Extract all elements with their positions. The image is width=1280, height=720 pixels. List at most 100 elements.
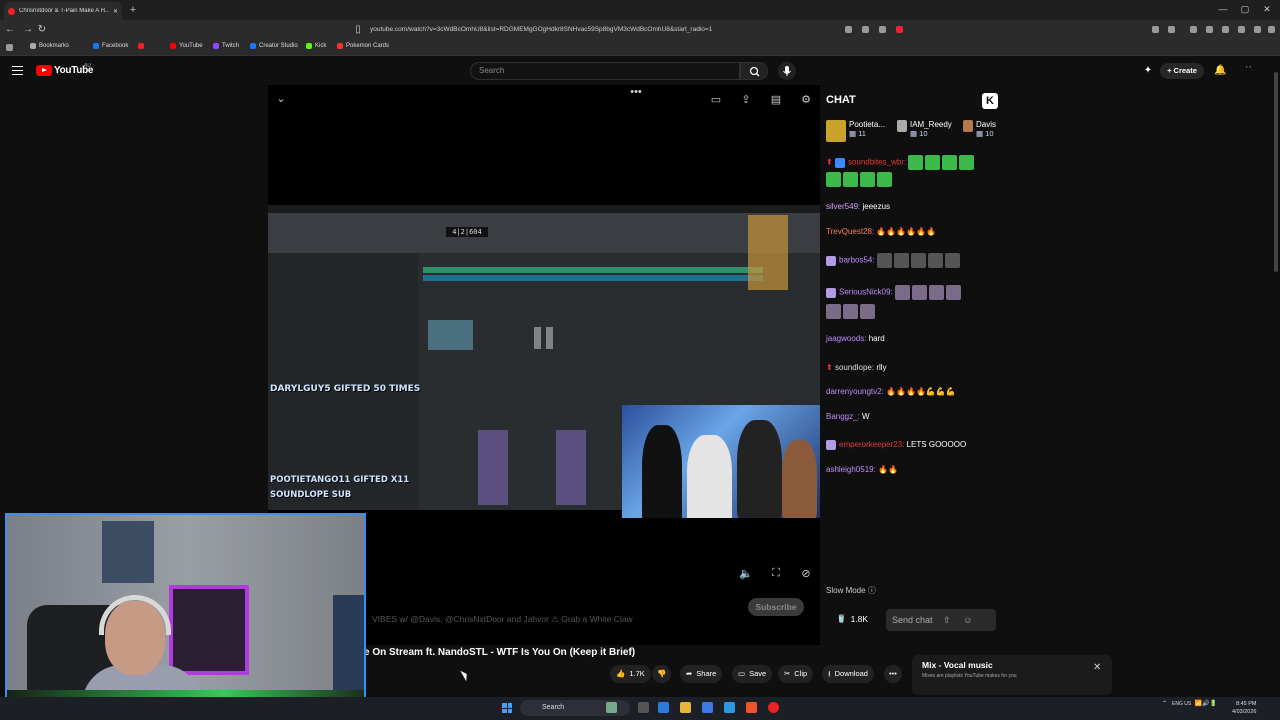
windows-start-icon[interactable] [502, 703, 512, 713]
subscriber-badge-icon [826, 287, 836, 298]
emote-icon [843, 172, 858, 187]
scissors-icon: ✂ [784, 669, 791, 678]
hamburger-menu-icon[interactable] [12, 66, 23, 75]
download-icon[interactable] [1254, 26, 1261, 33]
tab-close-icon[interactable]: ✕ [113, 8, 118, 15]
gift-icon [826, 120, 846, 142]
thumbs-up-icon: 👍 [616, 669, 626, 678]
mix-playlist-card[interactable]: Mix - Vocal music Mixes are playlists Yo… [912, 655, 1112, 695]
brave-rewards-icon[interactable] [896, 26, 903, 33]
browser-tab[interactable]: Chrisnxtdoor & T-Pain Make A H... ✕ [4, 2, 122, 20]
pause-icon[interactable] [534, 327, 554, 349]
download-button[interactable]: ⭳ Download [822, 665, 874, 683]
chat-input[interactable]: Send chat ⇧ ☺ [886, 609, 996, 631]
emote-icon [925, 155, 941, 170]
widget-icon[interactable] [606, 702, 617, 713]
like-button[interactable]: 👍 1.7K [610, 665, 651, 683]
address-bar[interactable]: youtube.com/watch?v=3cWdBcOmhU8&list=RDG… [370, 23, 810, 37]
guest-camera-feed [622, 405, 820, 518]
create-button[interactable]: + Create [1160, 63, 1204, 79]
youtube-favicon-icon [8, 7, 15, 15]
bookmark-youtube[interactable]: YouTube [170, 43, 203, 49]
search-input[interactable]: Search [470, 62, 740, 80]
gift-small-icon: ▦ [849, 129, 859, 138]
extension-icon[interactable] [1152, 26, 1159, 33]
forward-icon[interactable]: → [22, 24, 34, 35]
dislike-button[interactable]: 👎 [652, 665, 672, 683]
star-icon[interactable] [862, 26, 869, 33]
emote-icon [860, 172, 875, 187]
close-window-icon[interactable]: ✕ [1260, 4, 1274, 15]
file-explorer-icon[interactable] [680, 702, 691, 713]
emoji-icon[interactable]: ☺ [963, 615, 972, 625]
bookmark-kick[interactable]: Kick [306, 43, 326, 49]
taskbar-clock[interactable]: 8:45 PM 4/03/2026 [1232, 700, 1256, 716]
bookmark-facebook[interactable]: Facebook [93, 43, 128, 49]
hide-overlay-icon[interactable]: ⊘ [798, 567, 814, 580]
volume-icon[interactable]: 🔈 [738, 567, 754, 580]
top-gifter[interactable]: IAM_Reedy ▦ 10 [897, 120, 952, 138]
minimize-icon[interactable]: — [1216, 4, 1230, 14]
top-gifter[interactable]: Davis ▦ 10 [963, 120, 996, 138]
apps-icon[interactable] [6, 44, 13, 51]
voice-search-button[interactable] [778, 62, 796, 80]
close-icon[interactable]: ✕ [1093, 662, 1101, 673]
cast-icon[interactable]: ▭ [708, 93, 724, 106]
extension-icon[interactable] [1168, 26, 1175, 33]
playlist-icon[interactable]: ▤ [768, 93, 784, 106]
address-bar-row: ← → ↻ ▯ youtube.com/watch?v=3cWdBcOmhU8&… [0, 20, 1280, 40]
back-icon[interactable]: ← [4, 24, 16, 35]
streamer-mode-icon[interactable]: ✦ [1142, 65, 1154, 76]
cast-icon[interactable] [845, 26, 852, 33]
youtube-logo-icon[interactable] [36, 65, 52, 76]
daw-toolbar [268, 213, 820, 253]
store-icon[interactable] [702, 702, 713, 713]
bookmark-twitch[interactable]: Twitch [213, 43, 239, 49]
bookmark-red[interactable] [138, 43, 144, 49]
reload-icon[interactable]: ↻ [36, 24, 48, 35]
obs-icon[interactable] [768, 702, 779, 713]
more-actions-button[interactable]: ••• [884, 665, 902, 683]
bookmark-folder[interactable]: Bookmarks [30, 43, 69, 49]
fullscreen-icon[interactable]: ⛶ [768, 567, 784, 580]
info-icon[interactable]: ⓘ [868, 586, 876, 595]
settings-icon[interactable] [1238, 26, 1245, 33]
bookmark-creator-studio[interactable]: Creator Studio [250, 43, 298, 49]
notifications-bell-icon[interactable]: 🔔 [1214, 65, 1226, 76]
maximize-icon[interactable]: ▢ [1238, 4, 1252, 15]
bookmark-pokemon-cards[interactable]: Pokemon Cards [337, 43, 389, 49]
bookmark-icon[interactable]: ▯ [352, 24, 364, 35]
settings-gear-icon[interactable]: ⚙ [798, 93, 814, 106]
search-button[interactable] [740, 62, 768, 80]
top-gifter[interactable]: Pootieta... ▦ 11 [826, 120, 885, 142]
new-tab-button[interactable]: + [128, 4, 138, 16]
wallet-icon[interactable] [1222, 26, 1229, 33]
menu-icon[interactable] [1268, 26, 1275, 33]
save-button[interactable]: ▭ Save [732, 665, 773, 683]
emote-icon [942, 155, 958, 170]
video-title: e On Stream ft. NandoSTL - WTF Is You On… [364, 647, 636, 658]
sidebar-icon[interactable] [1206, 26, 1213, 33]
edge-icon[interactable] [658, 702, 669, 713]
browser-tab-bar: Chrisnxtdoor & T-Pain Make A H... ✕ + — … [0, 0, 1280, 20]
clip-button[interactable]: ✂ Clip [778, 665, 814, 683]
page-scrollbar[interactable] [1274, 72, 1278, 272]
send-icon[interactable]: ⇧ [943, 615, 951, 625]
mouse-cursor-icon [460, 668, 470, 682]
share-button[interactable]: ➦ Share [680, 665, 723, 683]
shield-icon[interactable] [879, 26, 886, 33]
brave-icon[interactable] [746, 702, 757, 713]
task-view-icon[interactable] [638, 702, 649, 713]
wall-poster [102, 521, 154, 583]
subscribe-button[interactable]: Subscribe [748, 598, 804, 616]
avatar[interactable]: ◔◔ [1242, 65, 1254, 71]
chevron-down-icon[interactable]: ⌄ [273, 92, 289, 105]
kick-logo-icon[interactable]: K [982, 93, 998, 109]
twitch-icon [213, 43, 219, 49]
system-tray[interactable]: ⌃ ENG US 📶🔊🔋 [1162, 700, 1217, 707]
extension-icon[interactable] [1190, 26, 1197, 33]
share-icon[interactable]: ⇪ [738, 93, 754, 106]
more-options-icon[interactable]: ••• [628, 86, 644, 98]
mail-icon[interactable] [724, 702, 735, 713]
microphone-icon [783, 66, 791, 76]
